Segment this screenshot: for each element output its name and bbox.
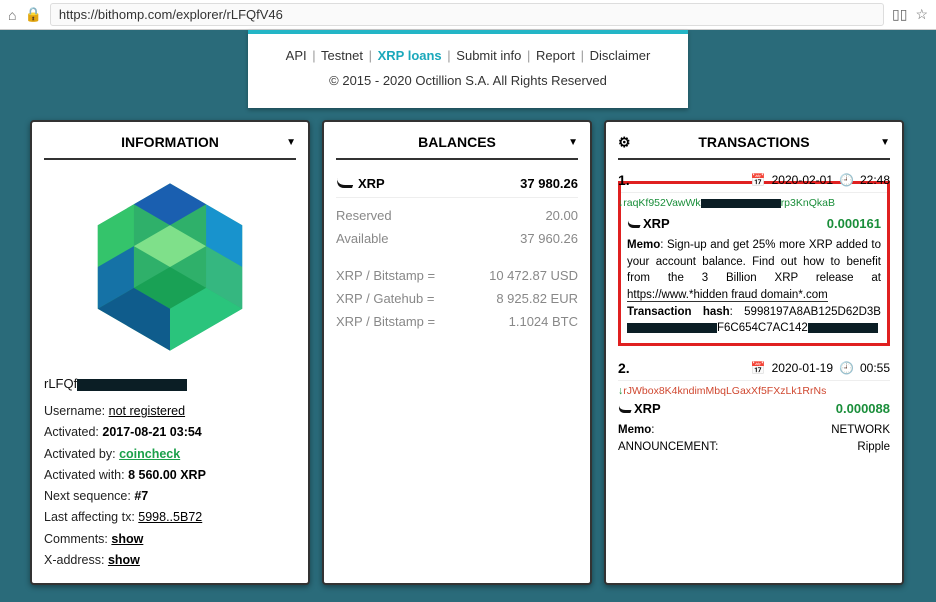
panel-title: BALANCES <box>418 134 496 150</box>
panel-title: INFORMATION <box>121 134 219 150</box>
browser-address-bar: ⌂ 🔒 ▯▯ ☆ <box>0 0 936 30</box>
tx-counterparty[interactable]: ↓rJWbox8K4kndimMbqLGaxXf5FXzLk1RrNs <box>618 385 890 397</box>
info-comments: Comments: show <box>44 529 296 550</box>
tx-date: 2020-02-01 <box>772 173 833 187</box>
panel-header-tx[interactable]: ⚙ TRANSACTIONS ▼ <box>618 134 890 160</box>
panel-header-bal[interactable]: BALANCES ▼ <box>336 134 578 160</box>
balance-available: Available37 960.26 <box>336 227 578 250</box>
calendar-icon: 📅 <box>751 173 766 187</box>
avatar-image <box>75 172 265 362</box>
chevron-down-icon[interactable]: ▼ <box>880 137 890 148</box>
balance-reserved: Reserved20.00 <box>336 204 578 227</box>
panel-balances: BALANCES ▼ XRP 37 980.26 Reserved20.00 A… <box>322 120 592 585</box>
info-activated-with: Activated with: 8 560.00 XRP <box>44 465 296 486</box>
link-disclaimer[interactable]: Disclaimer <box>590 48 651 63</box>
clock-icon: 🕘 <box>839 361 854 375</box>
tx-amount-row: XRP 0.000088 <box>618 401 890 416</box>
rate-row: XRP / Gatehub =8 925.82 EUR <box>336 287 578 310</box>
transaction-item: 2. 📅 2020-01-19 🕘 00:55 ↓rJWbox8K4kndimMbq… <box>618 360 890 455</box>
footer-links: API | Testnet | XRP loans | Submit info … <box>268 48 668 63</box>
tx-memo: Memo: NETWORK <box>618 422 890 439</box>
info-username: Username: not registered <box>44 401 296 422</box>
chevron-down-icon[interactable]: ▼ <box>568 137 578 148</box>
link-show-xaddr[interactable]: show <box>108 553 140 567</box>
info-activated-by: Activated by: coincheck <box>44 444 296 465</box>
info-next-seq: Next sequence: #7 <box>44 486 296 507</box>
account-address: rLFQf <box>44 376 296 391</box>
tx-memo-cont: ANNOUNCEMENT:Ripple <box>618 439 890 456</box>
link-show-comments[interactable]: show <box>111 532 143 546</box>
rate-row: XRP / Bitstamp =10 472.87 USD <box>336 264 578 287</box>
link-last-tx[interactable]: 5998..5B72 <box>138 510 202 524</box>
link-report[interactable]: Report <box>536 48 575 63</box>
copyright: © 2015 - 2020 Octillion S.A. All Rights … <box>268 73 668 88</box>
transaction-item: 1. 📅2020-02-01 🕘22:48 ↓raqKf952VawWkrp3K… <box>618 172 890 346</box>
info-xaddress: X-address: show <box>44 550 296 571</box>
xrp-icon <box>334 178 356 188</box>
link-xrp-loans[interactable]: XRP loans <box>378 48 442 63</box>
tx-date: 2020-01-19 <box>772 361 833 375</box>
chevron-down-icon[interactable]: ▼ <box>286 137 296 148</box>
memo-url[interactable]: https://www.*hidden fraud domain*.com <box>627 289 828 302</box>
panel-transactions: ⚙ TRANSACTIONS ▼ 1. 📅 2020-02-01 🕘 22:48 ↓… <box>604 120 904 585</box>
tx-number: 2. <box>618 360 630 376</box>
xrp-icon <box>617 405 634 413</box>
clock-icon: 🕘 <box>839 173 854 187</box>
star-icon[interactable]: ☆ <box>915 6 928 23</box>
link-submit[interactable]: Submit info <box>456 48 521 63</box>
reader-icon[interactable]: ▯▯ <box>892 6 907 23</box>
home-icon[interactable]: ⌂ <box>8 7 16 23</box>
balance-main: XRP 37 980.26 <box>336 172 578 198</box>
tx-time: 22:48 <box>860 173 890 187</box>
panel-title: TRANSACTIONS <box>698 134 809 150</box>
panel-header-info[interactable]: INFORMATION ▼ <box>44 134 296 160</box>
link-testnet[interactable]: Testnet <box>321 48 363 63</box>
tx-time: 00:55 <box>860 361 890 375</box>
panel-information: INFORMATION ▼ rLFQf Username: not regist… <box>30 120 310 585</box>
tx-amount-row: XRP 0.000161 <box>627 216 881 231</box>
lock-icon: 🔒 <box>24 6 41 23</box>
tx-memo: Memo: Sign-up and get 25% more XRP added… <box>627 237 881 337</box>
rate-row: XRP / Bitstamp =1.1024 BTC <box>336 310 578 333</box>
link-coincheck[interactable]: coincheck <box>119 447 180 461</box>
tx-number: 1. <box>618 172 630 188</box>
footer: API | Testnet | XRP loans | Submit info … <box>248 30 688 108</box>
info-last-tx: Last affecting tx: 5998..5B72 <box>44 507 296 528</box>
gear-icon[interactable]: ⚙ <box>618 134 631 151</box>
calendar-icon: 📅 <box>751 361 766 375</box>
link-api[interactable]: API <box>286 48 307 63</box>
xrp-icon <box>626 220 643 228</box>
info-activated: Activated: 2017-08-21 03:54 <box>44 422 296 443</box>
url-input[interactable] <box>50 3 884 26</box>
